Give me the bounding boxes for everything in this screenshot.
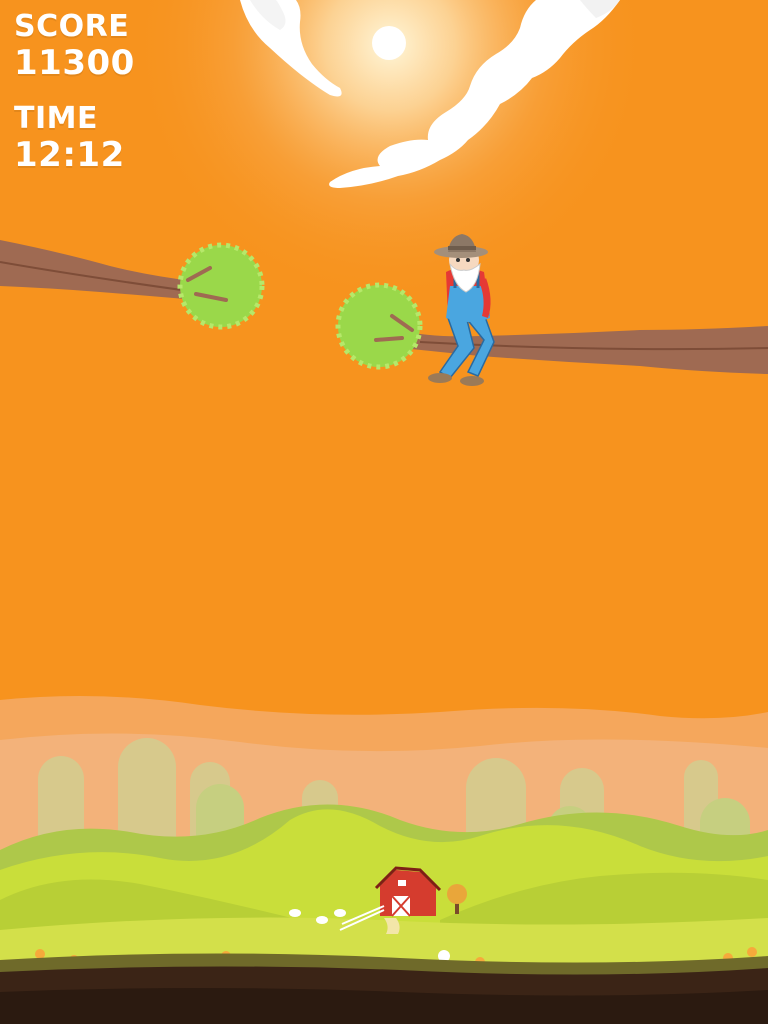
score-panel: SCORE 11300 [14,9,135,83]
right-boot [460,376,484,386]
time-panel: TIME 12:12 [14,101,125,175]
score-value: 11300 [14,43,135,83]
score-label: SCORE [14,9,130,44]
time-label: TIME [14,101,98,136]
sun [372,26,406,60]
left-boot [428,373,452,383]
time-value: 12:12 [14,135,125,175]
